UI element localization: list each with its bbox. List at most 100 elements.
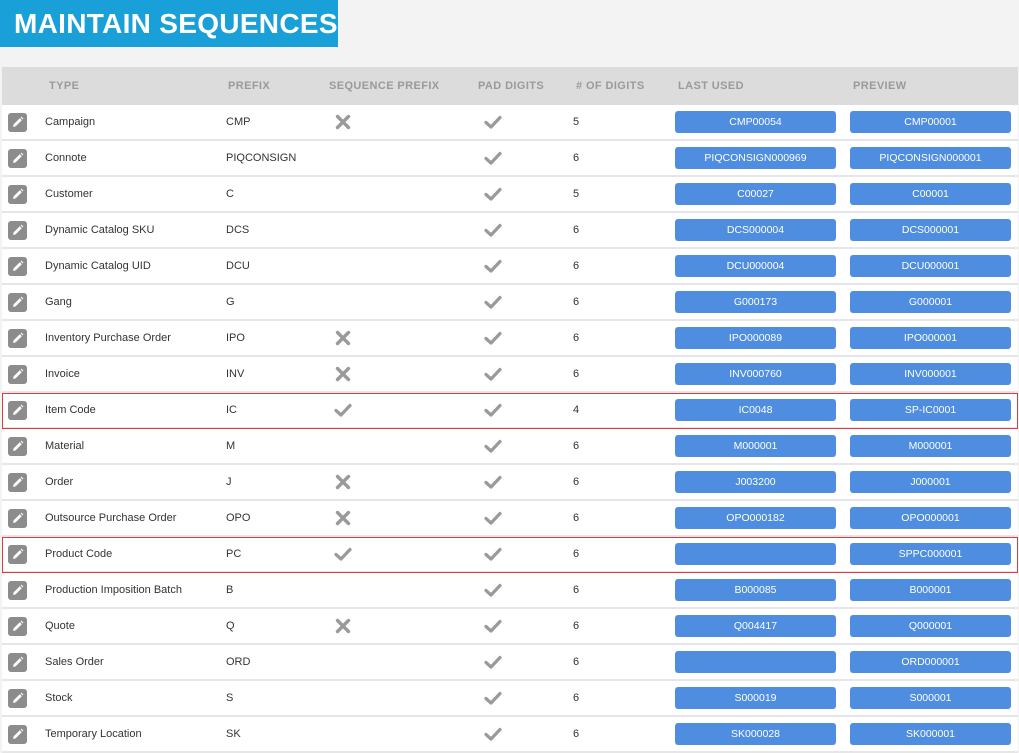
check-icon xyxy=(484,653,502,671)
pencil-icon xyxy=(11,476,24,489)
cross-icon xyxy=(334,113,352,131)
check-icon xyxy=(484,725,502,743)
cell-prefix: DCU xyxy=(226,260,250,272)
check-icon xyxy=(484,329,502,347)
preview-button[interactable]: B000001 xyxy=(850,579,1011,601)
pencil-icon xyxy=(11,116,24,129)
edit-button[interactable] xyxy=(8,689,27,708)
check-icon xyxy=(484,113,502,131)
cell-type: Product Code xyxy=(45,548,113,560)
edit-button[interactable] xyxy=(8,185,27,204)
col-header-prefix: PREFIX xyxy=(228,80,271,92)
cross-icon xyxy=(334,365,352,383)
col-header-num-digits: # OF DIGITS xyxy=(576,80,645,92)
cell-type: Order xyxy=(45,476,74,488)
last-used-button[interactable]: B000085 xyxy=(675,579,836,601)
table-row: Dynamic Catalog UID DCU 6 DCU000004 DCU00000… xyxy=(2,249,1018,285)
preview-button[interactable]: SP-IC0001 xyxy=(850,399,1011,421)
table-row: Gang G 6 G000173 G000001 xyxy=(2,285,1018,321)
edit-button[interactable] xyxy=(8,725,27,744)
pencil-icon xyxy=(11,224,24,237)
cell-num-digits: 6 xyxy=(573,620,580,632)
preview-button[interactable]: IPO000001 xyxy=(850,327,1011,349)
preview-button[interactable]: CMP00001 xyxy=(850,111,1011,133)
check-icon xyxy=(484,401,502,419)
cell-prefix: SK xyxy=(226,728,241,740)
preview-button[interactable]: S000001 xyxy=(850,687,1011,709)
last-used-button[interactable]: IC0048 xyxy=(675,399,836,421)
last-used-button[interactable]: J003200 xyxy=(675,471,836,493)
cell-prefix: IC xyxy=(226,404,237,416)
edit-button[interactable] xyxy=(8,545,27,564)
cell-type: Customer xyxy=(45,188,93,200)
last-used-button[interactable] xyxy=(675,543,836,565)
table-row: Outsource Purchase Order OPO 6 OPO000182 OPO… xyxy=(2,501,1018,537)
edit-button[interactable] xyxy=(8,329,27,348)
preview-button[interactable]: C00001 xyxy=(850,183,1011,205)
table-header: TYPE PREFIX SEQUENCE PREFIX PAD DIGITS #… xyxy=(2,67,1018,105)
edit-button[interactable] xyxy=(8,653,27,672)
last-used-button[interactable]: SK000028 xyxy=(675,723,836,745)
edit-button[interactable] xyxy=(8,221,27,240)
cell-type: Campaign xyxy=(45,116,96,128)
cell-prefix: G xyxy=(226,296,235,308)
table-row: Invoice INV 6 INV000760 INV000001 xyxy=(2,357,1018,393)
edit-button[interactable] xyxy=(8,149,27,168)
pencil-icon xyxy=(11,512,24,525)
preview-button[interactable]: SPPC000001 xyxy=(850,543,1011,565)
preview-button[interactable]: SK000001 xyxy=(850,723,1011,745)
cross-icon xyxy=(334,617,352,635)
edit-button[interactable] xyxy=(8,617,27,636)
edit-button[interactable] xyxy=(8,293,27,312)
check-icon xyxy=(334,401,352,419)
edit-button[interactable] xyxy=(8,437,27,456)
cell-type: Dynamic Catalog UID xyxy=(45,260,151,272)
last-used-button[interactable]: IPO000089 xyxy=(675,327,836,349)
last-used-button[interactable]: G000173 xyxy=(675,291,836,313)
preview-button[interactable]: J000001 xyxy=(850,471,1011,493)
edit-button[interactable] xyxy=(8,581,27,600)
cell-num-digits: 5 xyxy=(573,116,580,128)
last-used-button[interactable]: Q004417 xyxy=(675,615,836,637)
last-used-button[interactable]: PIQCONSIGN000969 xyxy=(675,147,836,169)
last-used-button[interactable]: DCS000004 xyxy=(675,219,836,241)
cross-icon xyxy=(334,509,352,527)
table-row: Product Code PC 6 SPPC000001 xyxy=(2,537,1018,573)
cell-num-digits: 6 xyxy=(573,224,580,236)
pencil-icon xyxy=(11,548,24,561)
preview-button[interactable]: DCU000001 xyxy=(850,255,1011,277)
edit-button[interactable] xyxy=(8,113,27,132)
pencil-icon xyxy=(11,728,24,741)
col-header-type: TYPE xyxy=(49,80,80,92)
check-icon xyxy=(484,221,502,239)
preview-button[interactable]: G000001 xyxy=(850,291,1011,313)
edit-button[interactable] xyxy=(8,365,27,384)
last-used-button[interactable] xyxy=(675,651,836,673)
edit-button[interactable] xyxy=(8,509,27,528)
cell-num-digits: 4 xyxy=(573,404,580,416)
edit-button[interactable] xyxy=(8,473,27,492)
table-row: Quote Q 6 Q004417 Q000001 xyxy=(2,609,1018,645)
last-used-button[interactable]: INV000760 xyxy=(675,363,836,385)
last-used-button[interactable]: OPO000182 xyxy=(675,507,836,529)
pencil-icon xyxy=(11,404,24,417)
last-used-button[interactable]: C00027 xyxy=(675,183,836,205)
cell-prefix: B xyxy=(226,584,234,596)
last-used-button[interactable]: M000001 xyxy=(675,435,836,457)
cell-prefix: J xyxy=(226,476,232,488)
edit-button[interactable] xyxy=(8,401,27,420)
table-row: Connote PIQCONSIGN 6 PIQCONSIGN000969 PIQCON… xyxy=(2,141,1018,177)
preview-button[interactable]: DCS000001 xyxy=(850,219,1011,241)
edit-button[interactable] xyxy=(8,257,27,276)
last-used-button[interactable]: S000019 xyxy=(675,687,836,709)
preview-button[interactable]: Q000001 xyxy=(850,615,1011,637)
preview-button[interactable]: PIQCONSIGN000001 xyxy=(850,147,1011,169)
last-used-button[interactable]: DCU000004 xyxy=(675,255,836,277)
cell-prefix: C xyxy=(226,188,234,200)
preview-button[interactable]: INV000001 xyxy=(850,363,1011,385)
preview-button[interactable]: M000001 xyxy=(850,435,1011,457)
cell-prefix: PC xyxy=(226,548,242,560)
preview-button[interactable]: OPO000001 xyxy=(850,507,1011,529)
preview-button[interactable]: ORD000001 xyxy=(850,651,1011,673)
last-used-button[interactable]: CMP00054 xyxy=(675,111,836,133)
